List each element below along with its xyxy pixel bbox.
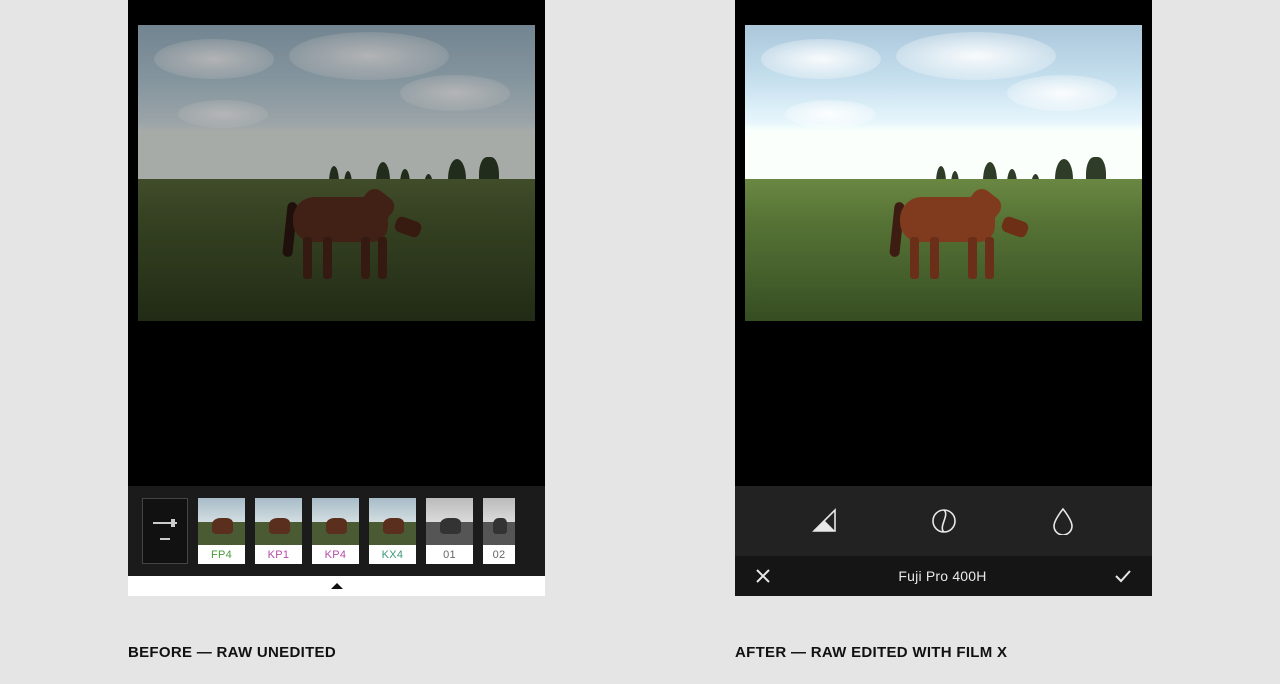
after-phone-screen: Fuji Pro 400H <box>735 0 1152 596</box>
preset-label: 01 <box>426 545 473 564</box>
confirm-row: Fuji Pro 400H <box>735 556 1152 596</box>
cancel-button[interactable] <box>755 568 771 584</box>
after-photo[interactable] <box>745 25 1142 321</box>
preset-label: 02 <box>483 545 515 564</box>
no-preset-icon <box>160 538 170 540</box>
tool-row <box>735 486 1152 556</box>
preset-thumb <box>198 498 245 545</box>
after-caption: AFTER — RAW EDITED WITH FILM X <box>735 644 1152 661</box>
preset-thumb <box>312 498 359 545</box>
contrast-icon <box>930 507 958 535</box>
chevron-up-icon <box>330 582 344 590</box>
preset-label: KP4 <box>312 545 359 564</box>
before-photo[interactable] <box>138 25 535 321</box>
preset-thumb <box>483 498 515 545</box>
preset-label: KX4 <box>369 545 416 564</box>
preset-kp4[interactable]: KP4 <box>312 498 359 564</box>
preset-thumb <box>426 498 473 545</box>
preset-kx4[interactable]: KX4 <box>369 498 416 564</box>
adjust-exposure-icon <box>811 507 839 535</box>
preset-01[interactable]: 01 <box>426 498 473 564</box>
check-icon <box>1114 569 1132 583</box>
preset-label: FP4 <box>198 545 245 564</box>
preset-thumb <box>255 498 302 545</box>
before-panel: FP4 KP1 KP4 KX4 01 02 BEFORE — RAW UNEDITED <box>128 0 545 661</box>
confirm-button[interactable] <box>1114 569 1132 583</box>
saturation-icon <box>1050 507 1076 535</box>
preset-none[interactable] <box>142 498 188 564</box>
exposure-tool[interactable] <box>805 501 845 541</box>
close-icon <box>755 568 771 584</box>
sliders-icon <box>153 522 177 524</box>
drawer-handle[interactable] <box>128 576 545 596</box>
preset-strip[interactable]: FP4 KP1 KP4 KX4 01 02 <box>128 486 545 576</box>
preset-title: Fuji Pro 400H <box>898 568 986 584</box>
before-caption: BEFORE — RAW UNEDITED <box>128 644 545 661</box>
preset-fp4[interactable]: FP4 <box>198 498 245 564</box>
contrast-tool[interactable] <box>924 501 964 541</box>
preset-thumb <box>369 498 416 545</box>
before-phone-screen: FP4 KP1 KP4 KX4 01 02 <box>128 0 545 596</box>
saturation-tool[interactable] <box>1043 501 1083 541</box>
preset-02[interactable]: 02 <box>483 498 515 564</box>
after-panel: Fuji Pro 400H AFTER — RAW EDITED WITH FI… <box>735 0 1152 661</box>
preset-kp1[interactable]: KP1 <box>255 498 302 564</box>
preset-label: KP1 <box>255 545 302 564</box>
